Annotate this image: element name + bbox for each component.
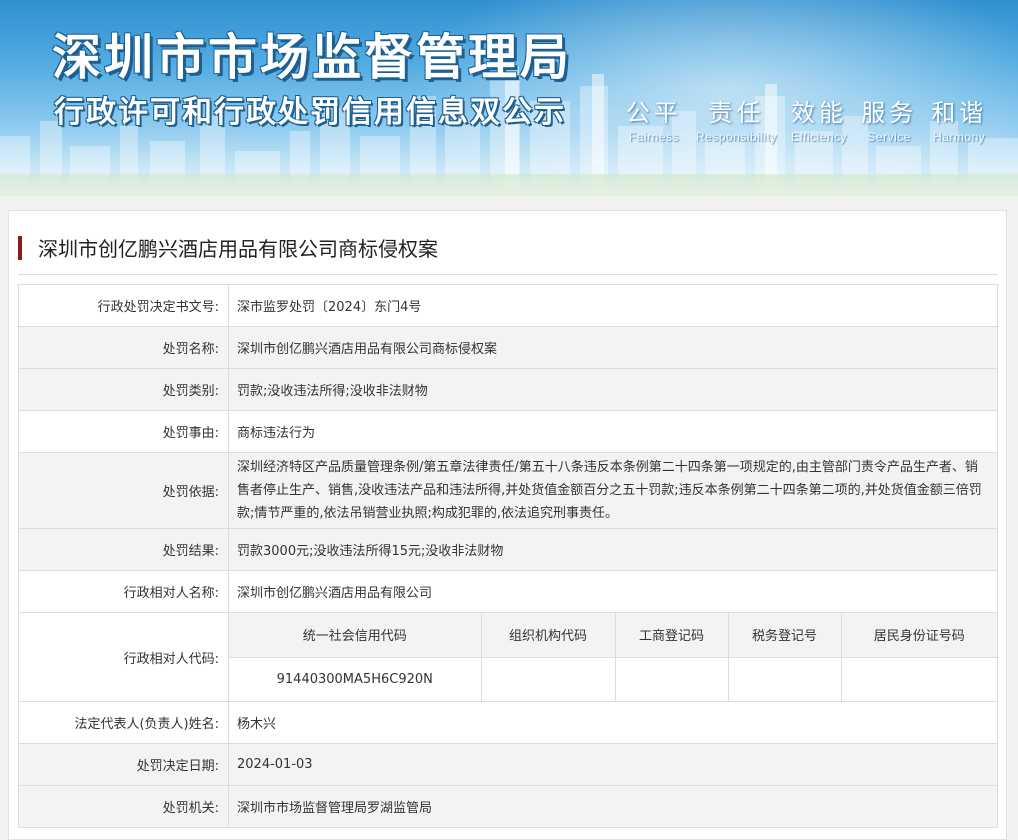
header-credit-code: 统一社会信用代码: [229, 613, 482, 658]
value-org-code: [480, 656, 616, 701]
label-legal-rep: 法定代表人(负责人)姓名:: [18, 701, 229, 744]
code-value-row: 91440300MA5H6C920N: [229, 656, 997, 701]
label-decision-date: 处罚决定日期:: [18, 743, 229, 786]
row-penalty-basis: 处罚依据: 深圳经济特区产品质量管理条例/第五章法律责任/第五十八条违反本条例第…: [18, 452, 998, 529]
value-legal-rep: 杨木兴: [228, 701, 998, 744]
row-authority: 处罚机关: 深圳市市场监督管理局罗湖监管局: [18, 785, 998, 828]
header-business-reg-code: 工商登记码: [614, 613, 729, 658]
slogan-efficiency: 效能 Efficiency: [791, 93, 847, 144]
party-code-table: 统一社会信用代码 组织机构代码 工商登记码 税务登记号 居民身份证号码 9144…: [229, 613, 997, 701]
slogan-responsibility: 责任 Responsibility: [696, 93, 777, 144]
row-party-name: 行政相对人名称: 深圳市创亿鹏兴酒店用品有限公司: [18, 570, 998, 613]
label-party-name: 行政相对人名称:: [18, 570, 229, 613]
slogan-en: Responsibility: [696, 130, 778, 144]
slogan-fairness: 公平 Fairness: [626, 93, 682, 144]
label-party-code: 行政相对人代码:: [18, 612, 229, 702]
value-penalty-reason: 商标违法行为: [228, 410, 998, 453]
row-penalty-category: 处罚类别: 罚款;没收违法所得;没收非法财物: [18, 368, 998, 411]
site-banner: 深圳市市场监督管理局 行政许可和行政处罚信用信息双公示 公平 Fairness …: [0, 0, 1018, 196]
slogan-en: Fairness: [628, 130, 679, 144]
banner-ground: [0, 174, 1018, 196]
slogan-en: Harmony: [933, 130, 986, 144]
slogan-en: Service: [867, 130, 911, 144]
slogan-zh: 责任: [708, 99, 765, 127]
value-penalty-result: 罚款3000元;没收违法所得15元;没收非法财物: [228, 528, 998, 571]
row-doc-no: 行政处罚决定书文号: 深市监罗处罚〔2024〕东门4号: [18, 284, 998, 327]
label-doc-no: 行政处罚决定书文号:: [18, 284, 229, 327]
party-code-cell: 统一社会信用代码 组织机构代码 工商登记码 税务登记号 居民身份证号码 9144…: [228, 612, 998, 702]
case-title: 深圳市创亿鹏兴酒店用品有限公司商标侵权案: [38, 237, 438, 261]
value-doc-no: 深市监罗处罚〔2024〕东门4号: [228, 284, 998, 327]
label-penalty-name: 处罚名称:: [18, 326, 229, 369]
row-decision-date: 处罚决定日期: 2024-01-03: [18, 743, 998, 786]
value-penalty-name: 深圳市创亿鹏兴酒店用品有限公司商标侵权案: [228, 326, 998, 369]
title-accent-bar: [18, 236, 22, 260]
row-penalty-reason: 处罚事由: 商标违法行为: [18, 410, 998, 453]
label-penalty-reason: 处罚事由:: [18, 410, 229, 453]
label-penalty-basis: 处罚依据:: [18, 452, 229, 529]
code-header-row: 统一社会信用代码 组织机构代码 工商登记码 税务登记号 居民身份证号码: [229, 613, 997, 658]
portal-subtitle: 行政许可和行政处罚信用信息双公示: [54, 95, 566, 130]
row-legal-rep: 法定代表人(负责人)姓名: 杨木兴: [18, 701, 998, 744]
header-id-card-no: 居民身份证号码: [840, 613, 997, 658]
slogan-list: 公平 Fairness 责任 Responsibility 效能 Efficie…: [626, 93, 1001, 144]
header-org-code: 组织机构代码: [480, 613, 616, 658]
value-penalty-basis: 深圳经济特区产品质量管理条例/第五章法律责任/第五十八条违反本条例第二十四条第一…: [228, 452, 998, 529]
case-header: 深圳市创亿鹏兴酒店用品有限公司商标侵权案: [18, 231, 998, 275]
value-id-card-no: [840, 656, 997, 701]
slogan-zh: 服务: [861, 99, 918, 127]
case-detail-panel: 深圳市创亿鹏兴酒店用品有限公司商标侵权案 行政处罚决定书文号: 深市监罗处罚〔2…: [8, 210, 1007, 840]
row-penalty-name: 处罚名称: 深圳市创亿鹏兴酒店用品有限公司商标侵权案: [18, 326, 998, 369]
label-penalty-result: 处罚结果:: [18, 528, 229, 571]
slogan-zh: 效能: [791, 99, 848, 127]
agency-title: 深圳市市场监督管理局: [52, 29, 573, 86]
label-penalty-category: 处罚类别:: [18, 368, 229, 411]
slogan-en: Efficiency: [791, 130, 848, 144]
value-business-reg-code: [614, 656, 729, 701]
slogan-harmony: 和谐 Harmony: [931, 93, 987, 144]
label-authority: 处罚机关:: [18, 785, 229, 828]
slogan-service: 服务 Service: [861, 93, 917, 144]
penalty-info-table: 行政处罚决定书文号: 深市监罗处罚〔2024〕东门4号 处罚名称: 深圳市创亿鹏…: [18, 284, 998, 828]
row-penalty-result: 处罚结果: 罚款3000元;没收违法所得15元;没收非法财物: [18, 528, 998, 571]
row-party-code: 行政相对人代码: 统一社会信用代码 组织机构代码 工商登记码 税务登记号 居民身…: [18, 612, 998, 702]
header-tax-reg-no: 税务登记号: [727, 613, 842, 658]
slogan-zh: 和谐: [931, 99, 988, 127]
slogan-zh: 公平: [626, 99, 682, 127]
value-authority: 深圳市市场监督管理局罗湖监管局: [228, 785, 998, 828]
value-decision-date: 2024-01-03: [228, 743, 998, 786]
value-party-name: 深圳市创亿鹏兴酒店用品有限公司: [228, 570, 998, 613]
value-penalty-category: 罚款;没收违法所得;没收非法财物: [228, 368, 998, 411]
value-credit-code: 91440300MA5H6C920N: [229, 656, 482, 701]
value-tax-reg-no: [727, 656, 842, 701]
